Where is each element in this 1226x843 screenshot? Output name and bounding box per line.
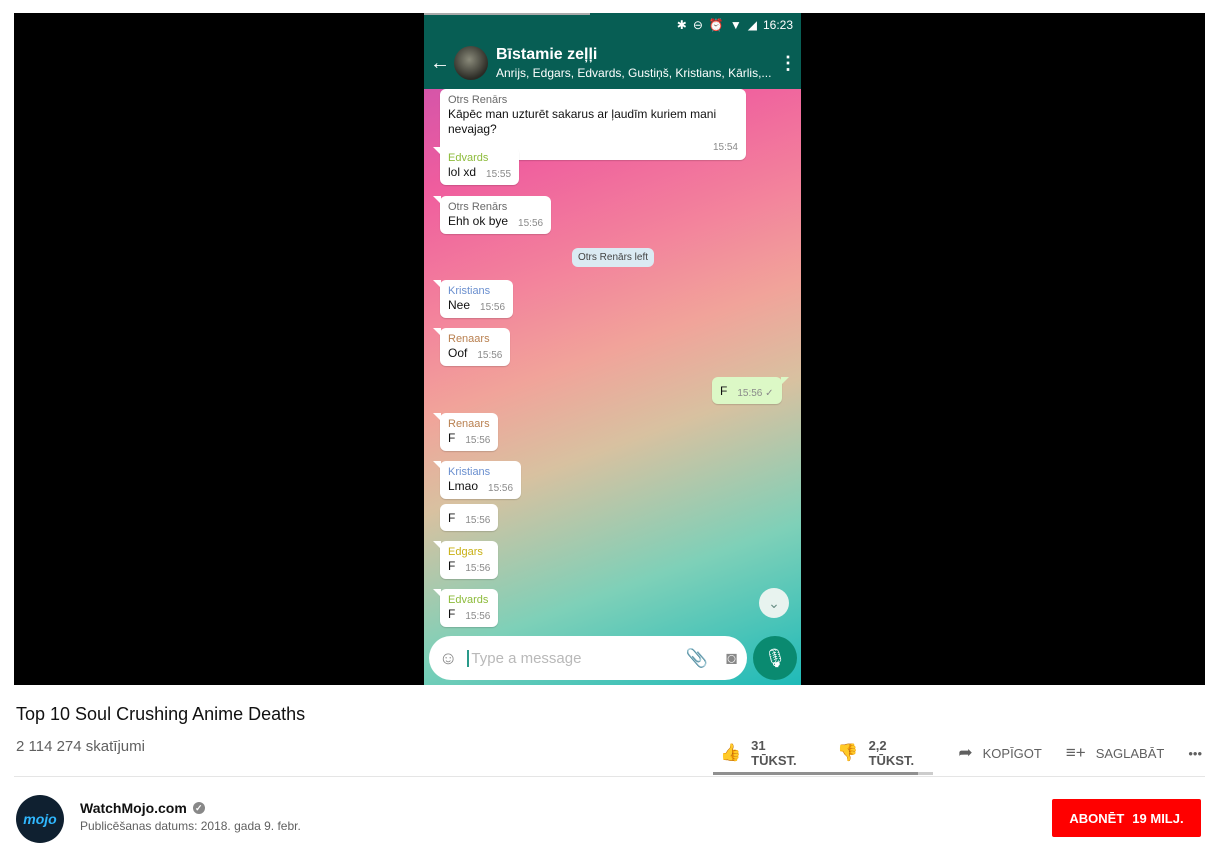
video-title: Top 10 Soul Crushing Anime Deaths xyxy=(16,704,306,724)
wifi-icon: ▼ xyxy=(729,18,742,32)
dislike-count: 2,2 TŪKST. xyxy=(868,738,915,768)
message-time: 15:56 xyxy=(465,563,491,574)
message-text: F xyxy=(448,607,456,621)
more-horiz-icon: ••• xyxy=(1188,745,1202,761)
message-text: lol xd xyxy=(448,165,477,179)
message-time: 15:56 xyxy=(465,435,491,446)
more-actions-button[interactable]: ••• xyxy=(1188,746,1202,761)
scroll-down-icon[interactable]: ⌄ xyxy=(759,588,789,618)
message-text: Nee xyxy=(448,298,471,312)
message-input[interactable] xyxy=(467,649,686,667)
message-text: Lmao xyxy=(448,479,479,493)
message-text: Oof xyxy=(448,346,468,360)
playlist-add-icon: ≡+ xyxy=(1065,743,1086,762)
chat-message: Renaars F 15:56 xyxy=(432,413,499,451)
like-button[interactable]: 👍 31 TŪKST. xyxy=(720,738,813,768)
group-avatar[interactable] xyxy=(454,46,488,80)
chat-message: Otrs Renārs Ehh ok bye 15:56 xyxy=(432,196,552,234)
system-message: Otrs Renārs left xyxy=(572,248,655,267)
message-time: 15:56 xyxy=(465,611,491,622)
subscribe-label: ABONĒT xyxy=(1069,810,1125,826)
message-time: 15:56 xyxy=(518,218,544,229)
bluetooth-icon: ✱ xyxy=(676,18,687,32)
share-button[interactable]: ➦ KOPĪGOT xyxy=(958,743,1041,763)
share-arrow-icon: ➦ xyxy=(958,743,973,762)
subscribe-button[interactable]: ABONĒT 19 MILJ. xyxy=(1052,799,1201,837)
chat-members: Anrijs, Edgars, Edvards, Gustiņš, Kristi… xyxy=(496,66,772,80)
like-ratio-fill xyxy=(713,772,918,775)
thumbs-up-icon: 👍 xyxy=(720,743,742,762)
save-button[interactable]: ≡+ SAGLABĀT xyxy=(1066,743,1165,763)
message-time: 15:56 xyxy=(465,515,491,526)
video-player[interactable]: ✱ ⊖ ⏰ ▼ ◢ 16:23 ← Bīstamie zeļļi Anrijs,… xyxy=(14,13,1205,685)
message-sender: Edvards xyxy=(448,152,489,164)
message-time: 15:56 ✓ xyxy=(737,388,774,399)
message-sender: Edvards xyxy=(448,594,489,606)
message-sender: Otrs Renārs xyxy=(448,201,508,213)
subscriber-count: 19 MILJ. xyxy=(1132,810,1184,826)
chat-message: Kristians Nee 15:56 xyxy=(432,280,514,318)
message-text: F xyxy=(720,384,728,398)
message-time: 15:56 xyxy=(477,350,503,361)
channel-avatar[interactable]: mojo xyxy=(16,795,64,843)
message-sender: Renaars xyxy=(448,418,490,430)
publish-date: Publicēšanas datums: 2018. gada 9. febr. xyxy=(80,819,301,833)
phone-status-bar: ✱ ⊖ ⏰ ▼ ◢ 16:23 xyxy=(424,13,801,37)
message-time: 15:56 xyxy=(480,302,506,313)
chat-message: Edvards F 15:56 xyxy=(432,589,499,627)
back-arrow-icon[interactable]: ← xyxy=(426,52,454,75)
chat-message: Renaars Oof 15:56 xyxy=(432,328,511,366)
message-composer: ☺ 📎 ◙ xyxy=(429,636,747,680)
message-time: 15:56 xyxy=(488,483,514,494)
signal-icon: ◢ xyxy=(747,18,757,32)
video-progress-indicator xyxy=(424,13,590,15)
message-text: Kāpēc man uzturēt sakarus ar ļaudīm kuri… xyxy=(448,107,717,136)
message-sender: Kristians xyxy=(448,466,491,478)
group-info[interactable]: Bīstamie zeļļi Anrijs, Edgars, Edvards, … xyxy=(496,45,775,81)
phone-screen-recording: ✱ ⊖ ⏰ ▼ ◢ 16:23 ← Bīstamie zeļļi Anrijs,… xyxy=(424,13,801,685)
view-count: 2 114 274 skatījumi xyxy=(16,738,145,755)
chat-toolbar: ← Bīstamie zeļļi Anrijs, Edgars, Edvards… xyxy=(424,37,801,89)
like-count: 31 TŪKST. xyxy=(751,738,797,768)
message-text: F xyxy=(448,431,456,445)
chat-message: Edvards lol xd 15:55 xyxy=(432,147,520,185)
status-time: 16:23 xyxy=(762,18,793,32)
dnd-icon: ⊖ xyxy=(692,18,703,32)
message-time: 15:55 xyxy=(486,169,512,180)
channel-name: WatchMojo.com xyxy=(80,800,187,816)
chat-message: F 15:56 xyxy=(440,504,499,531)
thumbs-down-icon: 👎 xyxy=(837,743,859,762)
message-text: F xyxy=(448,511,456,525)
mic-icon[interactable]: 🎙 xyxy=(753,636,797,680)
dislike-button[interactable]: 👎 2,2 TŪKST. xyxy=(837,738,934,768)
verified-check-icon: ✓ xyxy=(192,802,205,814)
attach-icon[interactable]: 📎 xyxy=(686,648,708,669)
share-label: KOPĪGOT xyxy=(982,745,1042,761)
chat-message: Edgars F 15:56 xyxy=(432,541,499,579)
chat-title: Bīstamie zeļļi xyxy=(496,46,598,63)
chat-message-outgoing: F 15:56 ✓ xyxy=(712,377,789,404)
alarm-icon: ⏰ xyxy=(708,18,724,32)
camera-icon[interactable]: ◙ xyxy=(726,648,737,669)
more-vert-icon[interactable]: ⋮ xyxy=(775,53,801,74)
like-dislike-bar xyxy=(713,772,933,775)
divider xyxy=(14,776,1205,777)
save-label: SAGLABĀT xyxy=(1095,745,1165,761)
message-time: 15:54 xyxy=(712,142,738,153)
message-sender: Renaars xyxy=(448,333,490,345)
chat-message: Kristians Lmao 15:56 xyxy=(432,461,522,499)
video-actions: 👍 31 TŪKST. 👎 2,2 TŪKST. ➦ KOPĪGOT ≡+ SA… xyxy=(720,738,1226,768)
emoji-icon[interactable]: ☺ xyxy=(439,648,457,669)
channel-name-row[interactable]: WatchMojo.com ✓ xyxy=(80,800,205,816)
message-sender: Otrs Renārs xyxy=(448,94,508,106)
message-sender: Kristians xyxy=(448,285,491,297)
message-sender: Edgars xyxy=(448,546,483,558)
message-text: Ehh ok bye xyxy=(448,214,509,228)
message-text: F xyxy=(448,559,456,573)
